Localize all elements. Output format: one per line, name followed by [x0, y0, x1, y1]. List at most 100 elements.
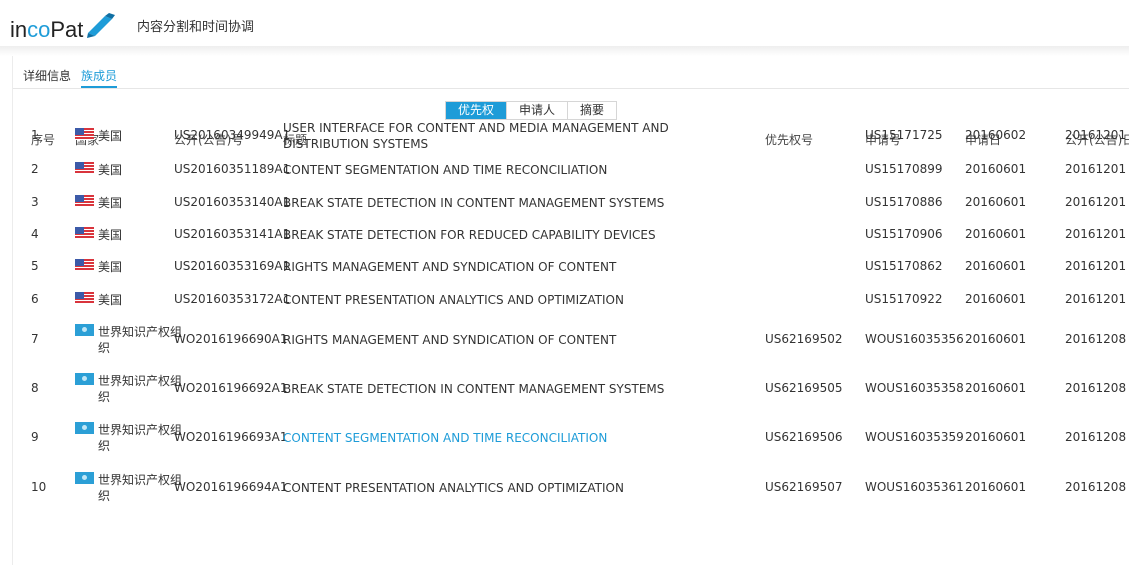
page-title: 内容分割和时间协调 [137, 20, 255, 35]
cell-application-date: 20160601 [965, 227, 1027, 241]
cell-index: 8 [31, 381, 39, 395]
cell-publication-number[interactable]: WO2016196693A1 [174, 430, 288, 444]
cell-title[interactable]: RIGHTS MANAGEMENT AND SYNDICATION OF CON… [283, 332, 753, 348]
logo-text: incoPat [10, 17, 83, 43]
cell-publication-date: 20161208 [1065, 381, 1127, 395]
cell-index: 3 [31, 195, 39, 209]
logo-text-suffix: Pat [50, 17, 84, 42]
table-row[interactable]: 6 美国 US20160353172A1 CONTENT PRESENTATION A… [13, 283, 1129, 316]
wipo-flag-icon [75, 472, 94, 484]
cell-application-date: 20160601 [965, 430, 1027, 444]
tab-details[interactable]: 详细信息 [23, 66, 71, 88]
table-row[interactable]: 3 美国 US20160353140A1 BREAK STATE DETECTION … [13, 186, 1129, 219]
cell-publication-number[interactable]: US20160351189A1 [174, 162, 290, 176]
us-flag-icon [75, 128, 94, 140]
cell-publication-number[interactable]: WO2016196692A1 [174, 381, 288, 395]
cell-application-date: 20160602 [965, 128, 1027, 142]
cell-title[interactable]: CONTENT PRESENTATION ANALYTICS AND OPTIM… [283, 480, 753, 496]
cell-publication-date: 20161201 [1065, 162, 1127, 176]
wipo-flag-icon [75, 324, 94, 336]
cell-index: 7 [31, 332, 39, 346]
cell-application-number: US15170862 [865, 259, 943, 273]
incopat-logo[interactable]: incoPat [10, 13, 116, 43]
cell-publication-date: 20161201 [1065, 259, 1127, 273]
cell-country: 世界知识产权组织 [75, 324, 190, 356]
header-divider [0, 46, 1129, 56]
cell-index: 10 [31, 480, 47, 494]
cell-title[interactable]: RIGHTS MANAGEMENT AND SYNDICATION OF CON… [283, 259, 753, 275]
family-members-table: 序号 国家 公开(公告)号 标题 优先权号 申请号 申请日 公开(公告)日 1美… [13, 118, 1129, 503]
cell-application-date: 20160601 [965, 292, 1027, 306]
cell-publication-date: 20161201 [1065, 227, 1127, 241]
cell-title[interactable]: USER INTERFACE FOR CONTENT AND MEDIA MAN… [283, 120, 753, 152]
cell-country: 美国 [75, 292, 122, 308]
logo-text-prefix: in [10, 17, 28, 42]
cell-index: 6 [31, 292, 39, 306]
country-name: 美国 [98, 196, 123, 210]
cell-country: 美国 [75, 128, 122, 144]
cell-application-number: US15171725 [865, 128, 943, 142]
cell-publication-number[interactable]: US20160353169A1 [174, 259, 290, 273]
us-flag-icon [75, 227, 94, 239]
us-flag-icon [75, 292, 94, 304]
cell-title[interactable]: BREAK STATE DETECTION IN CONTENT MANAGEM… [283, 381, 753, 397]
cell-publication-number[interactable]: US20160353140A1 [174, 195, 290, 209]
cell-application-date: 20160601 [965, 381, 1027, 395]
cell-application-date: 20160601 [965, 259, 1027, 273]
table-row[interactable]: 8 世界知识产权组织 WO2016196692A1 BREAK STATE DETEC… [13, 364, 1129, 413]
cell-application-number: WOUS16035359 [865, 430, 964, 444]
country-name: 美国 [98, 163, 123, 177]
cell-publication-number[interactable]: US20160353141A1 [174, 227, 290, 241]
cell-index: 5 [31, 259, 39, 273]
toggle-applicant-button[interactable]: 申请人 [507, 102, 569, 119]
cell-priority-number: US62169507 [765, 480, 843, 494]
table-row[interactable]: 10 世界知识产权组织 WO2016196694A1 CONTENT PRESENTA… [13, 463, 1129, 512]
cell-application-number: US15170906 [865, 227, 943, 241]
cell-publication-number[interactable]: WO2016196690A1 [174, 332, 288, 346]
cell-publication-number[interactable]: US20160349949A1 [174, 128, 290, 142]
cell-index: 1 [31, 128, 39, 142]
cell-publication-number[interactable]: US20160353172A1 [174, 292, 290, 306]
table-row[interactable]: 1 美国 US20160349949A1 USER INTERFACE FOR CON… [13, 118, 1129, 154]
cell-application-number: WOUS16035358 [865, 381, 964, 395]
cell-application-number: US15170899 [865, 162, 943, 176]
tabs-divider [13, 88, 1129, 89]
cell-title[interactable]: CONTENT SEGMENTATION AND TIME RECONCILIA… [283, 162, 753, 178]
app-header: incoPat 内容分割和时间协调 [0, 0, 1129, 46]
table-row[interactable]: 9 世界知识产权组织 WO2016196693A1 CONTENT SEGMENTAT… [13, 413, 1129, 463]
table-row[interactable]: 4 美国 US20160353141A1 BREAK STATE DETECTION … [13, 219, 1129, 251]
cell-publication-date: 20161208 [1065, 332, 1127, 346]
cell-index: 4 [31, 227, 39, 241]
cell-country: 美国 [75, 162, 122, 178]
cell-title[interactable]: CONTENT PRESENTATION ANALYTICS AND OPTIM… [283, 292, 753, 308]
cell-publication-date: 20161201 [1065, 195, 1127, 209]
country-name: 美国 [98, 228, 123, 242]
cell-application-date: 20160601 [965, 195, 1027, 209]
cell-country: 世界知识产权组织 [75, 373, 190, 405]
cell-index: 2 [31, 162, 39, 176]
country-name: 美国 [98, 260, 123, 274]
cell-publication-number[interactable]: WO2016196694A1 [174, 480, 288, 494]
toggle-abstract-button[interactable]: 摘要 [568, 102, 617, 119]
cell-application-date: 20160601 [965, 332, 1027, 346]
detail-panel: 详细信息 族成员 优先权 申请人 摘要 序号 国家 公开(公告)号 标题 优先权… [12, 56, 1129, 565]
table-row[interactable]: 7 世界知识产权组织 WO2016196690A1 RIGHTS MANAGEMENT… [13, 316, 1129, 364]
cell-application-number: WOUS16035356 [865, 332, 964, 346]
wipo-flag-icon [75, 422, 94, 434]
table-row[interactable]: 2 美国 US20160351189A1 CONTENT SEGMENTATION A… [13, 154, 1129, 186]
table-row[interactable]: 5 美国 US20160353169A1 RIGHTS MANAGEMENT AND … [13, 251, 1129, 283]
logo-text-mid: co [27, 17, 51, 42]
cell-application-date: 20160601 [965, 480, 1027, 494]
cell-country: 美国 [75, 259, 122, 275]
detail-tabs: 详细信息 族成员 [23, 66, 118, 88]
toggle-priority-button[interactable]: 优先权 [446, 102, 508, 119]
cell-priority-number: US62169506 [765, 430, 843, 444]
cell-title[interactable]: BREAK STATE DETECTION FOR REDUCED CAPABI… [283, 227, 753, 243]
tab-family-members[interactable]: 族成员 [81, 66, 118, 88]
cell-title[interactable]: CONTENT SEGMENTATION AND TIME RECONCILIA… [283, 430, 753, 446]
cell-title[interactable]: BREAK STATE DETECTION IN CONTENT MANAGEM… [283, 195, 753, 211]
cell-publication-date: 20161201 [1065, 292, 1127, 306]
us-flag-icon [75, 195, 94, 207]
cell-priority-number: US62169505 [765, 381, 843, 395]
cell-publication-date: 20161208 [1065, 480, 1127, 494]
